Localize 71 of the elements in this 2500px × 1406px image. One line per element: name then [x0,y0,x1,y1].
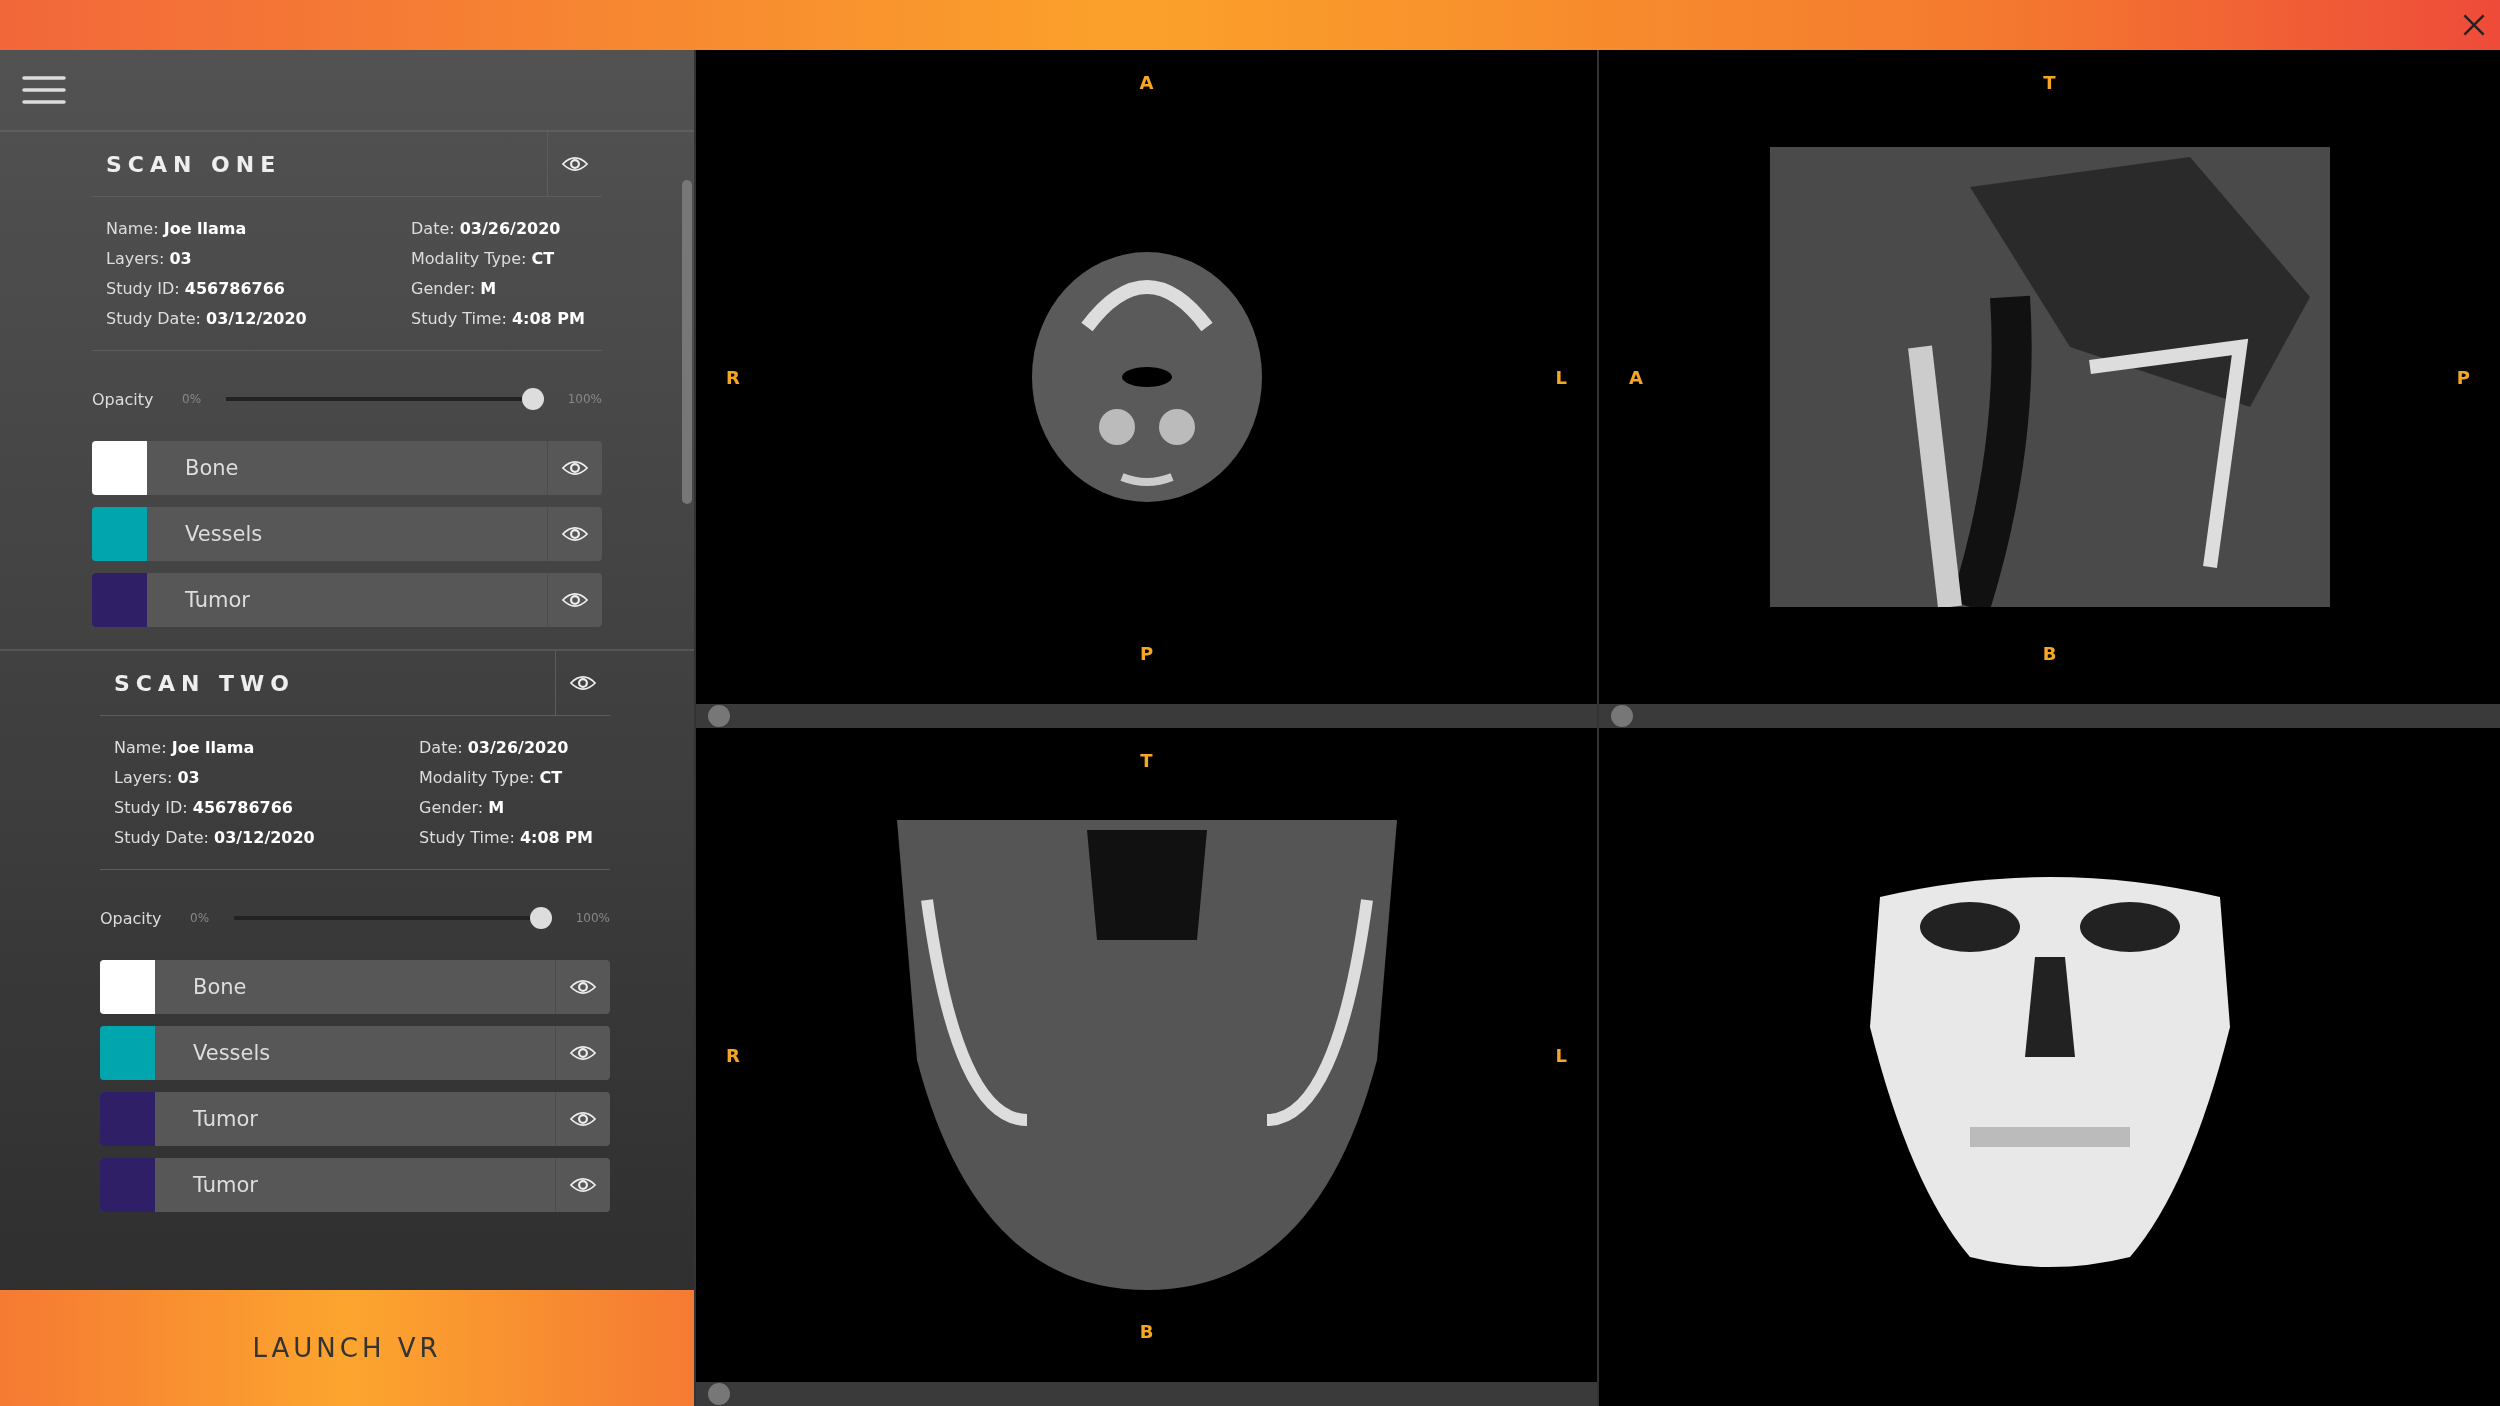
slider-thumb[interactable] [530,907,553,929]
slider-max-label: 100% [567,392,602,406]
close-icon[interactable] [2462,13,2486,37]
eye-icon[interactable] [570,1111,596,1127]
layer-name: Bone [184,455,240,482]
orientation-label: R [726,366,740,388]
orientation-label: B [1139,1321,1154,1342]
eye-icon[interactable] [570,1177,596,1193]
eye-icon[interactable] [562,592,588,608]
slider-thumb[interactable] [708,705,730,727]
opacity-label: Opacity [100,908,163,928]
eye-icon[interactable] [570,675,596,691]
info-field: Study ID: 456786766 [106,279,411,298]
eye-icon[interactable] [562,526,588,542]
info-field: Modality Type: CT [419,768,596,787]
orientation-label: T [1140,750,1153,771]
orientation-label: R [726,1044,740,1066]
info-field: Layers: 03 [106,249,411,268]
info-field: Date: 03/26/2020 [419,738,596,757]
info-field: Modality Type: CT [411,249,588,268]
scan-title: SCAN TWO [113,670,297,696]
info-field: Study ID: 456786766 [114,798,419,817]
layer-row[interactable]: Tumor [100,1092,610,1146]
slider-thumb[interactable] [522,388,545,410]
info-field: Study Time: 4:08 PM [419,828,596,847]
orientation-label: L [1555,366,1567,388]
menu-icon[interactable] [22,75,66,105]
slider-max-label: 100% [575,911,610,925]
layer-name: Tumor [184,587,251,614]
orientation-label: A [1629,366,1643,388]
slider-thumb[interactable] [708,1383,730,1405]
scan-title: SCAN ONE [105,151,283,177]
layer-name: Vessels [184,521,264,548]
info-field: Name: Joe llama [114,738,419,757]
launch-vr-button[interactable]: LAUNCH VR [0,1290,694,1406]
info-field: Gender: M [411,279,588,298]
slice-slider[interactable] [696,1382,1597,1406]
layer-row[interactable]: Vessels [92,507,602,561]
info-field: Date: 03/26/2020 [411,219,588,238]
orientation-label: B [2042,643,2057,664]
slider-thumb[interactable] [1611,705,1633,727]
eye-icon[interactable] [562,460,588,476]
orientation-label: L [1555,1044,1567,1066]
orientation-label: P [1139,643,1154,664]
layer-row[interactable]: Bone [92,441,602,495]
orientation-label: A [1139,72,1154,93]
slider-min-label: 0% [190,911,210,925]
eye-icon[interactable] [570,1045,596,1061]
layer-row[interactable]: Tumor [100,1158,610,1212]
slice-slider[interactable] [1599,704,2500,728]
slice-slider[interactable] [696,704,1597,728]
layer-row[interactable]: Vessels [100,1026,610,1080]
eye-icon[interactable] [570,979,596,995]
orientation-label: P [2456,366,2470,388]
info-field: Study Time: 4:08 PM [411,309,588,328]
info-field: Name: Joe llama [106,219,411,238]
opacity-label: Opacity [92,389,155,409]
info-field: Layers: 03 [114,768,419,787]
eye-icon[interactable] [562,156,588,172]
layer-name: Bone [192,974,248,1001]
orientation-label: T [2043,72,2056,93]
info-field: Gender: M [419,798,596,817]
layer-row[interactable]: Tumor [92,573,602,627]
layer-name: Tumor [192,1106,259,1133]
layer-name: Vessels [192,1040,272,1067]
layer-name: Tumor [192,1172,259,1199]
slider-min-label: 0% [182,392,202,406]
scrollbar[interactable] [682,180,692,504]
layer-row[interactable]: Bone [100,960,610,1014]
info-field: Study Date: 03/12/2020 [114,828,419,847]
info-field: Study Date: 03/12/2020 [106,309,411,328]
